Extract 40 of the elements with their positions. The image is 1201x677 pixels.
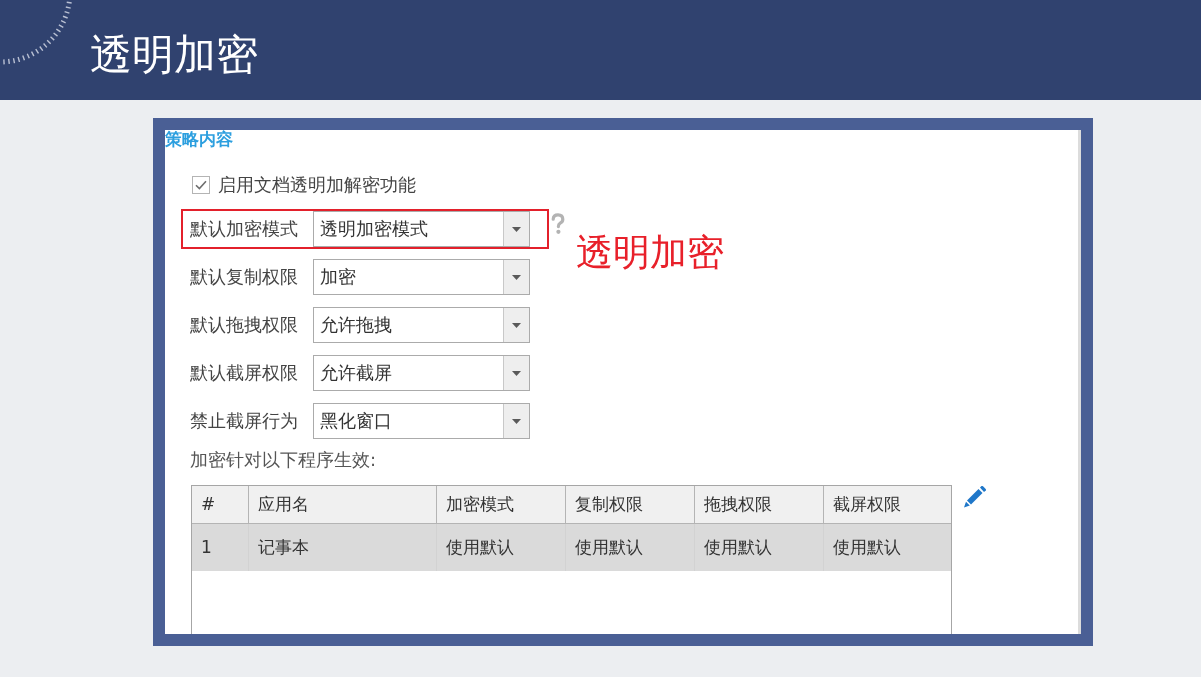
- field-label: 默认复制权限: [190, 266, 299, 288]
- table-cell: 使用默认: [694, 523, 823, 571]
- dropdown-button[interactable]: [503, 212, 529, 246]
- caret-icon: [512, 370, 521, 376]
- caret-icon: [512, 322, 521, 328]
- program-list-label: 加密针对以下程序生效:: [190, 449, 377, 471]
- checkbox[interactable]: [192, 176, 210, 194]
- dropdown-field[interactable]: 透明加密模式: [313, 211, 530, 247]
- dropdown-button[interactable]: [503, 404, 529, 438]
- section-title: 策略内容: [165, 130, 233, 148]
- dropdown-field[interactable]: 加密: [313, 259, 530, 295]
- dropdown-button[interactable]: [503, 308, 529, 342]
- help-icon[interactable]: [551, 213, 565, 235]
- field-label: 默认加密模式: [190, 218, 299, 240]
- caret-icon: [512, 226, 521, 232]
- caret-icon: [512, 274, 521, 280]
- column-header[interactable]: #: [192, 486, 248, 523]
- table-cell: 1: [192, 523, 248, 571]
- dropdown-field[interactable]: 黑化窗口: [313, 403, 530, 439]
- dropdown-button[interactable]: [503, 260, 529, 294]
- annotation-text: 透明加密: [576, 233, 724, 273]
- dropdown-field[interactable]: 允许拖拽: [313, 307, 530, 343]
- table-cell: 使用默认: [823, 523, 951, 571]
- dropdown-field[interactable]: 允许截屏: [313, 355, 530, 391]
- field-label: 默认拖拽权限: [190, 314, 299, 336]
- page-title: 透明加密: [90, 30, 258, 80]
- field-label: 默认截屏权限: [190, 362, 299, 384]
- field-label: 禁止截屏行为: [190, 410, 299, 432]
- caret-icon: [512, 418, 521, 424]
- checkbox-label: 启用文档透明加解密功能: [218, 174, 416, 196]
- column-header[interactable]: 加密模式: [436, 486, 565, 523]
- pencil-edit-icon[interactable]: [963, 486, 987, 508]
- table-cell: 使用默认: [436, 523, 565, 571]
- column-header[interactable]: 拖拽权限: [694, 486, 823, 523]
- dropdown-button[interactable]: [503, 356, 529, 390]
- table-cell: 使用默认: [565, 523, 694, 571]
- column-header[interactable]: 截屏权限: [823, 486, 951, 523]
- column-header[interactable]: 应用名: [248, 486, 436, 523]
- table-cell: 记事本: [248, 523, 436, 571]
- column-header[interactable]: 复制权限: [565, 486, 694, 523]
